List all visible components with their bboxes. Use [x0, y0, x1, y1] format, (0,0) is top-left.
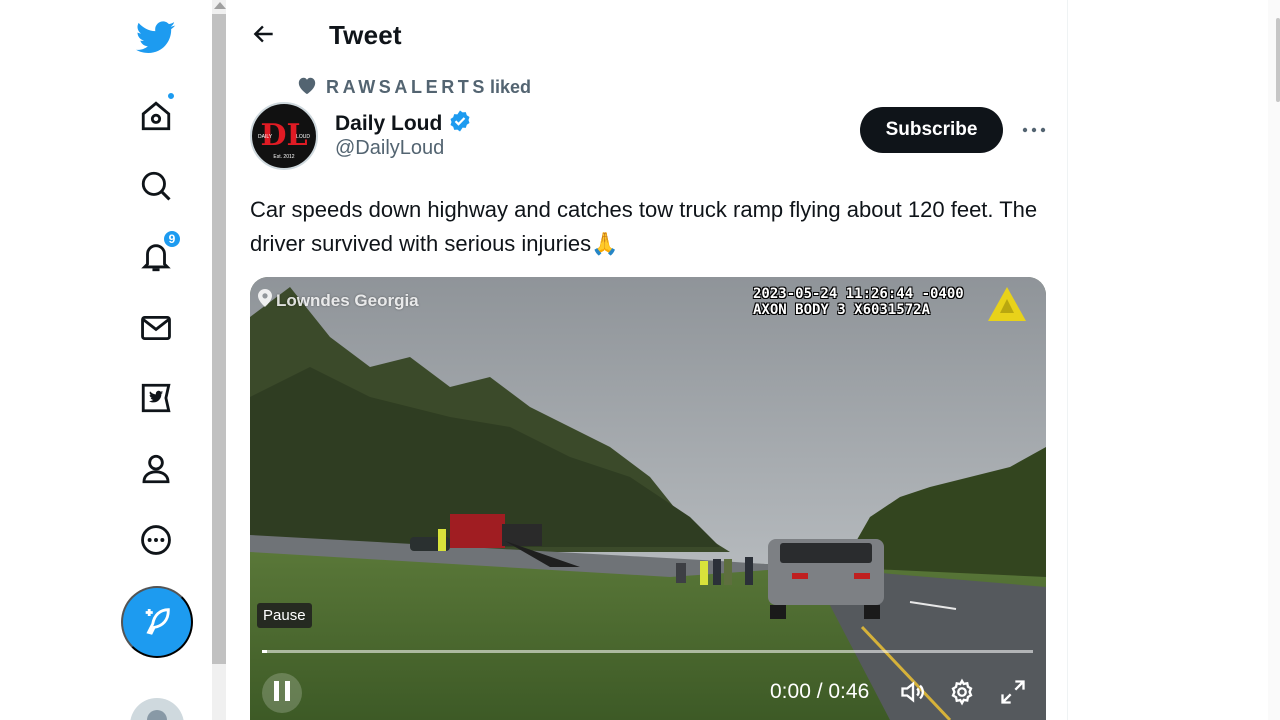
home-unread-dot — [166, 91, 176, 101]
page-scrollbar-thumb[interactable] — [1276, 18, 1280, 102]
main-column: Tweet RAWSALERTS liked DAILY LOUD DL Est… — [228, 0, 1068, 720]
author-avatar[interactable]: DAILY LOUD DL Est. 2012 — [250, 102, 318, 170]
bodycam-timestamp-line1: 2023-05-24 11:26:44 -0400 — [753, 286, 964, 302]
author-handle[interactable]: @DailyLoud — [335, 137, 444, 160]
volume-button[interactable] — [898, 679, 928, 709]
location-text: Lowndes Georgia — [276, 290, 419, 310]
compose-tweet-button[interactable] — [121, 586, 193, 658]
video-player[interactable]: Lowndes Georgia 2023-05-24 11:26:44 -040… — [250, 277, 1046, 720]
speaker-icon — [899, 678, 927, 711]
left-scrollbar-thumb[interactable] — [212, 14, 226, 664]
twitter-bird-icon — [136, 18, 176, 58]
bodycam-timestamp-line2: AXON BODY 3 X6031572A — [753, 302, 931, 318]
social-context: RAWSALERTS liked — [296, 75, 531, 100]
avatar-text-est: Est. 2012 — [273, 154, 295, 160]
pause-tooltip: Pause — [257, 603, 312, 628]
back-button[interactable] — [248, 20, 280, 52]
page-title: Tweet — [329, 20, 402, 50]
tweet-text: Car speeds down highway and catches tow … — [250, 197, 1038, 256]
fullscreen-button[interactable] — [998, 679, 1028, 709]
more-circle-icon — [136, 520, 176, 560]
notification-count-badge: 9 — [162, 229, 182, 249]
scroll-up-arrow-icon[interactable] — [214, 2, 226, 9]
more-options-button[interactable] — [1018, 114, 1050, 146]
ellipsis-icon — [1022, 121, 1046, 139]
author-name[interactable]: Daily Loud — [335, 112, 442, 136]
twitter-blue-icon — [136, 378, 176, 418]
settings-button[interactable] — [947, 678, 977, 711]
verified-badge-icon — [448, 109, 472, 139]
home-icon — [136, 96, 176, 136]
video-progress-bar[interactable] — [262, 650, 1033, 653]
person-icon — [136, 449, 176, 489]
avatar-text-loud: LOUD — [296, 134, 310, 140]
bodycam-timestamp: 2023-05-24 11:26:44 -0400 AXON BODY 3 X6… — [753, 286, 964, 318]
liked-label: liked — [490, 77, 532, 97]
liker-name[interactable]: RAWSALERTS — [326, 77, 488, 98]
pause-button[interactable] — [262, 673, 302, 713]
location-overlay: Lowndes Georgia — [258, 289, 419, 312]
arrow-left-icon — [251, 21, 277, 52]
heart-icon — [296, 75, 318, 100]
envelope-icon — [136, 308, 176, 348]
avatar-text-daily: DAILY — [258, 134, 273, 140]
page-header: Tweet — [228, 0, 1068, 72]
feather-plus-icon — [140, 604, 174, 641]
search-icon — [136, 166, 176, 206]
page-scrollbar-track[interactable] — [1268, 0, 1280, 720]
expand-icon — [999, 678, 1027, 711]
page: 9 Tweet RAWSALERTS liked DAILY LOUD DL E… — [0, 0, 1280, 720]
axon-logo-icon — [986, 285, 1028, 328]
video-frame — [250, 277, 1046, 720]
video-progress-fill — [262, 650, 267, 653]
video-time: 0:00 / 0:46 — [770, 680, 870, 703]
gear-icon — [948, 678, 976, 711]
subscribe-button[interactable]: Subscribe — [860, 107, 1003, 153]
pause-icon — [272, 680, 292, 707]
author-name-row[interactable]: Daily Loud — [335, 109, 472, 139]
map-pin-icon — [258, 289, 272, 312]
